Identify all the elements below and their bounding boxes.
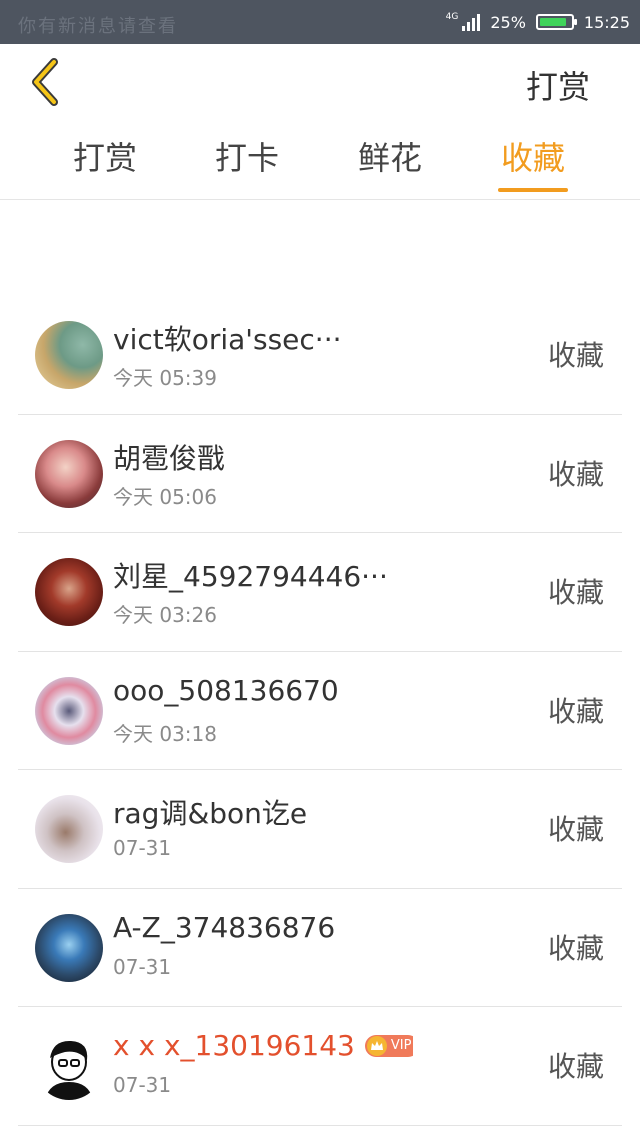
user-name: A-Z_374836876 — [113, 910, 336, 944]
user-name-text: x x x_130196143 — [113, 1029, 355, 1062]
back-button[interactable] — [20, 54, 70, 110]
timestamp: 今天 05:06 — [113, 484, 217, 509]
list-item[interactable]: 刘星_4592794446··· 今天 03:26 收藏 — [18, 533, 622, 652]
avatar — [35, 558, 103, 626]
avatar — [35, 676, 103, 745]
favorite-label: 收藏 — [547, 813, 604, 846]
vip-badge: VIP — [364, 1034, 413, 1057]
user-name: 刘星_4592794446··· — [113, 560, 388, 593]
status-indicators: 4G 25% 15:25 — [446, 10, 630, 34]
tab-label: 打卡 — [214, 139, 279, 177]
avatar — [35, 795, 103, 863]
tab-favorites[interactable]: 收藏 — [463, 134, 603, 196]
avatar — [35, 439, 103, 508]
timestamp: 07-31 — [113, 1073, 172, 1097]
list-item[interactable]: rag调&bon讫e 07-31 收藏 — [18, 770, 622, 889]
user-name: vict软oria'ssec··· — [113, 323, 342, 356]
timestamp: 今天 03:26 — [113, 603, 217, 627]
tab-label: 鲜花 — [357, 139, 422, 177]
network-type: 4G — [445, 12, 459, 22]
timestamp: 07-31 — [113, 836, 172, 860]
reward-button[interactable]: 打赏 — [526, 62, 590, 108]
favorite-label: 收藏 — [547, 576, 604, 609]
list-item[interactable]: 胡雹俊戬 今天 05:06 收藏 — [18, 415, 622, 533]
crown-icon — [366, 1035, 387, 1056]
tab-flowers[interactable]: 鲜花 — [320, 134, 460, 196]
chevron-left-icon — [32, 58, 58, 106]
tab-reward[interactable]: 打赏 — [35, 134, 175, 196]
tab-label: 打赏 — [72, 139, 137, 177]
battery-icon — [535, 14, 577, 30]
list-item[interactable]: ooo_508136670 今天 03:18 收藏 — [18, 652, 622, 770]
favorite-label: 收藏 — [547, 457, 604, 491]
avatar — [35, 913, 103, 982]
vip-label: VIP — [390, 1038, 412, 1053]
status-notification-text: 你有新消息请查看 — [18, 16, 178, 37]
battery-level — [539, 18, 567, 26]
user-name: ooo_508136670 — [113, 673, 339, 707]
list-item[interactable]: x x x_130196143 VIP 07-31 收藏 — [18, 1007, 622, 1126]
avatar-illustration — [45, 1040, 93, 1100]
tab-bar: 打赏 打卡 鲜花 收藏 — [0, 122, 640, 200]
signal-icon: 4G — [446, 13, 481, 31]
user-name: 胡雹俊戬 — [113, 441, 226, 475]
favorite-label: 收藏 — [547, 1050, 604, 1083]
timestamp: 今天 05:39 — [113, 366, 217, 390]
user-name: x x x_130196143 VIP — [113, 1029, 413, 1062]
user-name: rag调&bon讫e — [113, 797, 308, 830]
timestamp: 07-31 — [113, 954, 172, 979]
list-item[interactable]: vict软oria'ssec··· 今天 05:39 收藏 — [18, 296, 622, 415]
header: 打赏 — [0, 44, 640, 122]
tab-indicator — [498, 188, 568, 192]
favorite-label: 收藏 — [547, 339, 604, 372]
clock: 15:25 — [583, 12, 630, 32]
avatar — [35, 1032, 103, 1100]
tab-label: 收藏 — [500, 139, 565, 177]
list-item[interactable]: A-Z_374836876 07-31 收藏 — [18, 889, 622, 1007]
tab-checkin[interactable]: 打卡 — [177, 134, 317, 196]
status-bar: 你有新消息请查看 4G 25% 15:25 — [0, 0, 640, 44]
timestamp: 今天 03:18 — [113, 721, 217, 746]
avatar — [35, 321, 103, 389]
favorite-label: 收藏 — [547, 694, 604, 728]
favorite-label: 收藏 — [547, 931, 604, 965]
favorites-list: vict软oria'ssec··· 今天 05:39 收藏 胡雹俊戬 今天 05… — [0, 296, 640, 1126]
battery-percent: 25% — [490, 12, 526, 32]
